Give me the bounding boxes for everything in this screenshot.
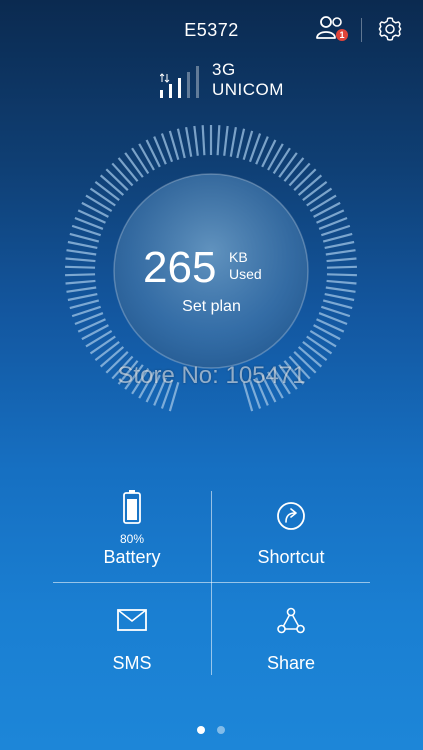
settings-button[interactable] xyxy=(377,16,403,42)
header-divider xyxy=(361,18,362,42)
gauge-tick xyxy=(105,168,129,191)
gauge-tick xyxy=(89,335,116,355)
network-type: 3G xyxy=(212,60,236,79)
gauge-tick xyxy=(94,340,120,362)
gauge-tick xyxy=(267,143,284,171)
gauge-tick xyxy=(325,249,356,256)
gauge-tick xyxy=(309,194,337,213)
gauge-tick xyxy=(302,180,328,202)
shortcut-icon xyxy=(277,502,305,530)
battery-icon xyxy=(123,490,141,524)
gauge-tick xyxy=(124,152,144,178)
usage-value: 265 xyxy=(143,243,217,292)
gauge-tick xyxy=(242,130,254,161)
gauge-tick xyxy=(236,128,246,159)
page-indicator-dot-2[interactable] xyxy=(217,726,225,734)
sms-tile[interactable]: SMS xyxy=(53,583,211,675)
gauge-tick xyxy=(278,152,298,178)
gauge-tick xyxy=(176,128,186,159)
gauge-tick xyxy=(302,340,328,362)
share-icon xyxy=(277,607,305,634)
gauge-tick xyxy=(223,125,229,156)
gauge-tick xyxy=(85,194,113,213)
sms-label: SMS xyxy=(112,653,152,673)
gauge-tick xyxy=(326,257,357,263)
gauge-tick xyxy=(67,240,98,250)
usage-unit: KB xyxy=(229,249,248,265)
gauge-tick xyxy=(326,265,357,269)
set-plan-link[interactable]: Set plan xyxy=(0,298,423,316)
gauge-tick xyxy=(201,125,206,156)
gauge-tick xyxy=(283,157,305,182)
operator-name: UNICOM xyxy=(212,80,284,99)
gauge-tick xyxy=(324,240,355,250)
gauge-tick xyxy=(322,232,353,243)
gauge-tick xyxy=(69,232,100,243)
device-title: E5372 xyxy=(184,20,239,40)
gauge-tick xyxy=(193,125,199,156)
gauge-tick xyxy=(65,279,96,285)
battery-tile[interactable]: 80% Battery xyxy=(53,486,211,582)
shortcut-tile[interactable]: Shortcut xyxy=(212,486,370,582)
gear-icon xyxy=(378,17,402,41)
gauge-tick xyxy=(229,126,237,157)
gauge-tick xyxy=(66,286,97,293)
gauge-tick xyxy=(216,125,221,156)
gauge-tick xyxy=(297,174,323,196)
gauge-tick xyxy=(326,273,357,277)
share-label: Share xyxy=(266,653,316,673)
gauge-tick xyxy=(288,162,311,187)
gauge-tick xyxy=(306,187,333,207)
gauge-tick xyxy=(306,335,333,355)
gauge-tick xyxy=(66,249,97,256)
gauge-tick xyxy=(138,143,155,171)
gauge-tick xyxy=(99,174,125,196)
gauge-tick xyxy=(117,157,139,182)
mail-icon xyxy=(117,609,147,631)
gauge-tick xyxy=(185,126,193,157)
gauge-tick xyxy=(168,130,180,161)
gauge-tick xyxy=(309,329,337,348)
gauge-tick xyxy=(85,329,113,348)
gauge-tick xyxy=(326,279,357,285)
gauge-tick xyxy=(65,257,96,263)
gauge-tick xyxy=(65,273,96,277)
battery-percent: 80% xyxy=(119,532,145,546)
gauge-tick xyxy=(325,286,356,293)
share-tile[interactable]: Share xyxy=(212,583,370,675)
store-watermark: Store No: 105471 xyxy=(117,362,306,389)
gauge-tick xyxy=(94,180,120,202)
notification-badge: 1 xyxy=(336,29,348,41)
page-indicator-dot-1[interactable] xyxy=(197,726,205,734)
signal-icon xyxy=(160,66,199,98)
shortcut-label: Shortcut xyxy=(257,547,325,567)
gauge-tick xyxy=(293,168,317,191)
battery-label: Battery xyxy=(103,547,161,567)
usage-label: Used xyxy=(229,266,262,282)
gauge-tick xyxy=(131,147,150,175)
gauge-tick xyxy=(111,162,134,187)
gauge-tick xyxy=(65,265,96,269)
gauge-tick xyxy=(89,187,116,207)
users-button[interactable]: 1 xyxy=(316,14,350,44)
gauge-tick xyxy=(272,147,291,175)
